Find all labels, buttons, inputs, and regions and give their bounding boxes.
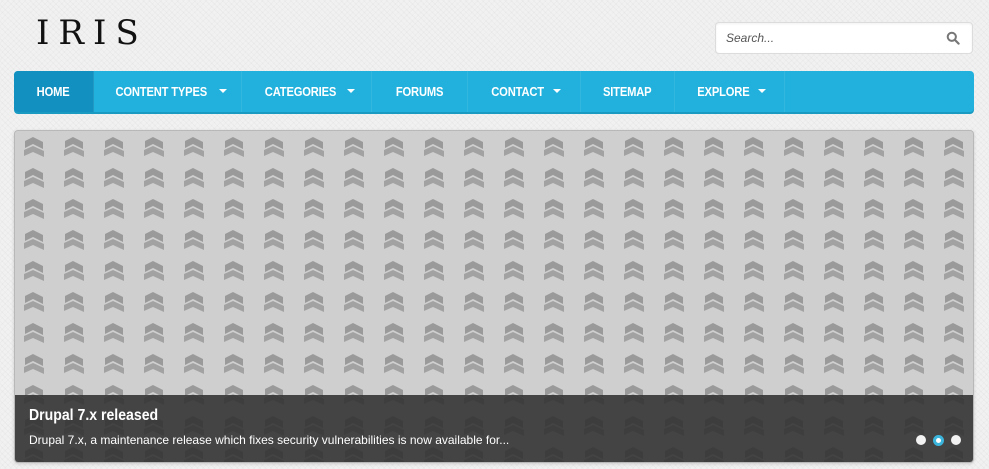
nav-item-label: SITEMAP [603, 84, 652, 99]
nav-item-forums[interactable]: FORUMS [372, 71, 468, 112]
slider-pager [916, 434, 961, 446]
caret-down-icon [346, 88, 355, 93]
site-logo[interactable]: IRIS [36, 16, 148, 50]
nav-item-explore[interactable]: EXPLORE [675, 71, 785, 112]
nav-item-categories[interactable]: CATEGORIES [242, 71, 372, 112]
caret-down-icon [219, 88, 228, 93]
search-icon[interactable] [946, 31, 960, 45]
nav-item-content-types[interactable]: CONTENT TYPES [94, 71, 242, 112]
nav-item-home[interactable]: HOME [14, 71, 94, 112]
slider-dot-2[interactable] [933, 434, 944, 446]
featured-slider: Drupal 7.x released Drupal 7.x, a mainte… [14, 130, 974, 463]
slider-dot-1[interactable] [916, 435, 926, 445]
slide-title[interactable]: Drupal 7.x released [29, 407, 158, 425]
nav-item-label: HOME [37, 84, 70, 99]
caret-down-icon [758, 88, 767, 93]
caret-down-icon [553, 88, 562, 93]
nav-item-label: EXPLORE [696, 84, 750, 99]
nav-item-label: FORUMS [395, 84, 444, 99]
search-input[interactable] [716, 23, 936, 53]
slide-caption: Drupal 7.x released Drupal 7.x, a mainte… [15, 395, 973, 462]
slider-dot-3[interactable] [951, 435, 961, 445]
nav-item-label: CONTACT [491, 84, 544, 99]
search-box [715, 22, 973, 54]
nav-item-sitemap[interactable]: SITEMAP [581, 71, 675, 112]
main-nav: HOME CONTENT TYPES CATEGORIES FORUMS CON… [14, 71, 974, 112]
nav-item-contact[interactable]: CONTACT [468, 71, 581, 112]
nav-item-label: CATEGORIES [264, 84, 336, 99]
slide-description: Drupal 7.x, a maintenance release which … [29, 433, 510, 447]
nav-item-label: CONTENT TYPES [115, 84, 207, 99]
